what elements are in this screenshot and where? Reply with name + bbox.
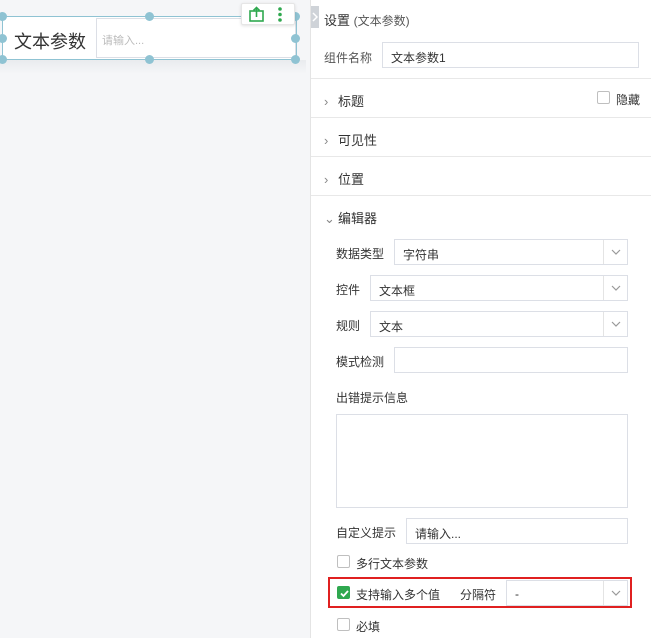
chevron-right-icon: › <box>324 94 329 109</box>
chevron-right-icon: › <box>324 172 329 187</box>
separator-select[interactable]: - <box>506 580 628 606</box>
checkmark-icon <box>340 590 349 598</box>
section-editor[interactable]: ⌄ 编辑器 <box>324 208 377 227</box>
data-type-label: 数据类型 <box>336 247 385 261</box>
chevron-down-icon <box>603 312 627 336</box>
multiline-checkbox[interactable] <box>337 555 350 568</box>
required-label: 必填 <box>356 620 381 634</box>
resize-handle-top[interactable] <box>145 12 154 21</box>
divider <box>311 78 651 79</box>
control-select[interactable]: 文本框 <box>370 275 628 301</box>
collapse-panel-button[interactable] <box>311 6 319 28</box>
required-checkbox[interactable] <box>337 618 350 631</box>
data-type-select[interactable]: 字符串 <box>394 239 628 265</box>
component-name-label: 组件名称 <box>324 51 373 65</box>
control-label: 控件 <box>336 283 361 297</box>
section-position[interactable]: › 位置 <box>324 169 364 188</box>
section-visibility[interactable]: › 可见性 <box>324 130 377 149</box>
report-canvas[interactable]: 文本参数 请输入... <box>0 0 310 638</box>
resize-handle-right[interactable] <box>291 34 300 43</box>
chevron-right-icon <box>312 12 318 22</box>
chevron-right-icon: › <box>324 133 329 148</box>
pattern-check-input[interactable] <box>394 347 628 373</box>
hidden-checkbox[interactable] <box>597 91 610 104</box>
rule-select[interactable]: 文本 <box>370 311 628 337</box>
separator-label: 分隔符 <box>460 588 497 602</box>
divider <box>311 195 651 196</box>
widget-label: 文本参数 <box>14 32 86 52</box>
settings-panel: 设置 (文本参数) 组件名称 文本参数1 › 标题 隐藏 › 可见性 › 位置 ⌄ 编辑… <box>310 0 651 638</box>
chevron-down-icon <box>603 240 627 264</box>
custom-hint-label: 自定义提示 <box>336 526 397 540</box>
rule-label: 规则 <box>336 319 361 333</box>
divider <box>311 156 651 157</box>
more-vertical-icon[interactable] <box>273 6 287 23</box>
component-name-input[interactable]: 文本参数1 <box>382 42 639 68</box>
chevron-down-icon: ⌄ <box>324 211 335 226</box>
export-icon[interactable] <box>248 6 265 23</box>
multiline-label: 多行文本参数 <box>356 557 429 571</box>
error-message-label: 出错提示信息 <box>336 391 409 405</box>
chevron-down-icon <box>603 276 627 300</box>
section-title[interactable]: › 标题 <box>324 91 364 110</box>
resize-handle-bottom[interactable] <box>145 55 154 64</box>
multi-value-label: 支持输入多个值 <box>356 588 441 602</box>
chevron-down-icon <box>603 581 627 605</box>
pattern-check-label: 模式检测 <box>336 355 385 369</box>
widget-toolbar <box>241 3 295 25</box>
custom-hint-input[interactable]: 请输入... <box>406 518 628 544</box>
multi-value-checkbox[interactable] <box>337 586 350 599</box>
hidden-label: 隐藏 <box>616 93 641 107</box>
error-message-textarea[interactable] <box>336 414 628 508</box>
resize-handle-bottom-right[interactable] <box>291 55 300 64</box>
panel-title: 设置 (文本参数) <box>324 13 410 28</box>
divider <box>311 117 651 118</box>
